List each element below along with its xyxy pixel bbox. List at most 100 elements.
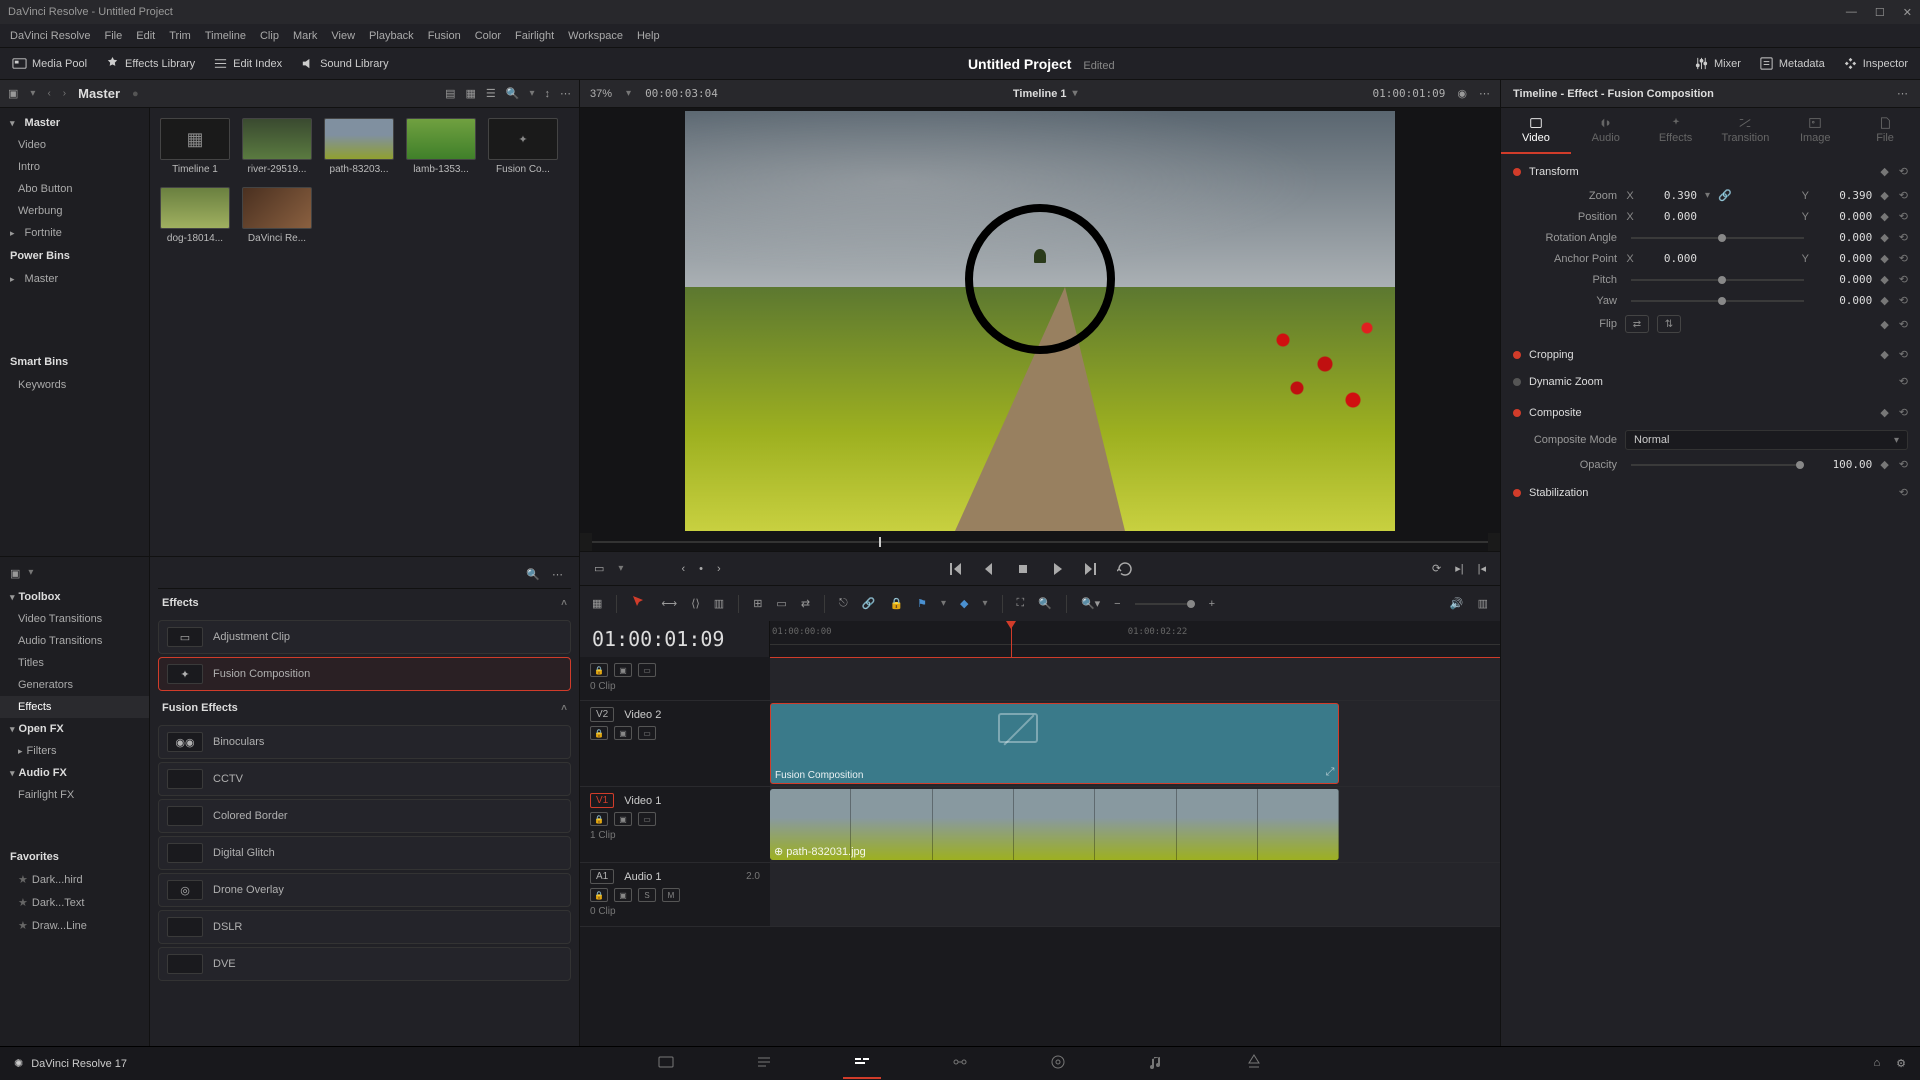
pos-y-field[interactable]: 0.000 <box>1818 210 1872 223</box>
mixer-toggle[interactable]: Mixer <box>1694 56 1741 71</box>
tab-audio[interactable]: Audio <box>1571 108 1641 154</box>
keyframe-icon[interactable]: ◆ <box>1880 294 1888 307</box>
collapse-icon[interactable]: ˄ <box>561 703 567 714</box>
sidebar-item-keywords[interactable]: Keywords <box>0 374 149 396</box>
trim-tool[interactable]: ⟷ <box>661 597 677 610</box>
keyframe-icon[interactable]: ◆ <box>1880 165 1888 178</box>
menu-playback[interactable]: Playback <box>369 30 414 42</box>
menu-help[interactable]: Help <box>637 30 660 42</box>
lock-toggle[interactable]: 🔒 <box>889 597 903 610</box>
dynamic-trim-tool[interactable]: ⟨⟩ <box>691 597 700 610</box>
reset-icon[interactable]: ⟲ <box>1899 406 1908 419</box>
auto-select-icon[interactable]: ▣ <box>614 726 632 740</box>
settings-icon[interactable]: ⚙ <box>1896 1057 1906 1070</box>
go-end-icon[interactable]: ▸| <box>1455 562 1463 575</box>
inspector-toggle[interactable]: Inspector <box>1843 56 1908 71</box>
menu-clip[interactable]: Clip <box>260 30 279 42</box>
effect-dslr[interactable]: DSLR <box>158 910 571 944</box>
zoom-slider-icon[interactable]: 🔍 <box>1038 597 1052 610</box>
pool-menu-icon[interactable]: ⋯ <box>560 87 571 100</box>
lock-icon[interactable]: 🔒 <box>590 888 608 902</box>
page-media[interactable] <box>647 1049 685 1078</box>
effect-digital-glitch[interactable]: Digital Glitch <box>158 836 571 870</box>
section-dynamiczoom[interactable]: Dynamic Zoom⟲ <box>1501 368 1920 395</box>
edit-index-toggle[interactable]: Edit Index <box>213 56 282 71</box>
cat-audiofx[interactable]: Audio FX <box>0 762 149 784</box>
search-icon[interactable]: 🔍 <box>506 87 520 100</box>
keyframe-icon[interactable]: ◆ <box>1880 252 1888 265</box>
menu-davinci[interactable]: DaVinci Resolve <box>10 30 91 42</box>
keyframe-icon[interactable]: ◆ <box>1880 406 1888 419</box>
track-v2-name[interactable]: Video 2 <box>624 709 661 721</box>
keyframe-icon[interactable]: ◆ <box>1880 458 1888 471</box>
home-icon[interactable]: ⌂ <box>1873 1057 1880 1070</box>
media-pool-toggle[interactable]: Media Pool <box>12 56 87 71</box>
zoom-menu-icon[interactable]: 🔍▾ <box>1081 597 1100 610</box>
go-start-icon[interactable]: |◂ <box>1478 562 1486 575</box>
view-thumb-icon[interactable]: ▦ <box>465 87 475 100</box>
menu-mark[interactable]: Mark <box>293 30 317 42</box>
fav-item-2[interactable]: ★Dark...Text <box>0 891 149 914</box>
cat-video-transitions[interactable]: Video Transitions <box>0 608 149 630</box>
page-fairlight[interactable] <box>1137 1049 1175 1078</box>
sidebar-item-werbung[interactable]: Werbung <box>0 200 149 222</box>
blade-tool[interactable]: ▥ <box>714 597 724 610</box>
viewer-menu-icon[interactable]: ⋯ <box>1479 87 1490 100</box>
opacity-field[interactable]: 100.00 <box>1818 458 1872 471</box>
sidebar-item-master[interactable]: Master <box>0 112 149 134</box>
reset-icon[interactable]: ⟲ <box>1899 189 1908 202</box>
reset-icon[interactable]: ⟲ <box>1899 486 1908 499</box>
tab-file[interactable]: File <box>1850 108 1920 154</box>
rotation-slider[interactable] <box>1631 237 1804 239</box>
disable-icon[interactable]: ▭ <box>638 726 656 740</box>
overwrite-tool[interactable]: ▭ <box>776 597 786 610</box>
clip-timeline1[interactable]: Timeline 1 <box>160 118 230 175</box>
enable-dot-icon[interactable] <box>1513 489 1521 497</box>
clip-dog[interactable]: dog-18014... <box>160 187 230 244</box>
clip-fusion[interactable]: ✦Fusion Co... <box>488 118 558 175</box>
track-v1-body[interactable]: ⊕ path-832031.jpg <box>770 787 1500 862</box>
reset-icon[interactable]: ⟲ <box>1899 375 1908 388</box>
tab-transition[interactable]: Transition <box>1710 108 1780 154</box>
link-icon[interactable]: 🔗 <box>1718 189 1732 202</box>
cat-titles[interactable]: Titles <box>0 652 149 674</box>
sidebar-item-master2[interactable]: Master <box>0 268 149 290</box>
reset-icon[interactable]: ⟲ <box>1899 348 1908 361</box>
track-v3-body[interactable] <box>770 657 1500 700</box>
pos-x-field[interactable]: 0.000 <box>1643 210 1697 223</box>
menu-file[interactable]: File <box>105 30 123 42</box>
match-frame-icon[interactable]: ⟳ <box>1432 562 1441 575</box>
sound-library-toggle[interactable]: Sound Library <box>300 56 389 71</box>
effect-colored-border[interactable]: Colored Border <box>158 799 571 833</box>
menu-fairlight[interactable]: Fairlight <box>515 30 554 42</box>
stop-button[interactable] <box>1015 561 1031 577</box>
menu-color[interactable]: Color <box>475 30 501 42</box>
collapse-icon[interactable]: ˄ <box>561 598 567 609</box>
sidebar-item-abo[interactable]: Abo Button <box>0 178 149 200</box>
effects-library-toggle[interactable]: Effects Library <box>105 56 195 71</box>
pitch-slider[interactable] <box>1631 279 1804 281</box>
clip-expand-icon[interactable]: ⤢ <box>1326 766 1335 779</box>
section-cropping[interactable]: Cropping◆⟲ <box>1501 341 1920 368</box>
keyframe-icon[interactable]: ◆ <box>1880 210 1888 223</box>
cat-favorites[interactable]: Favorites <box>0 846 149 868</box>
zoom-x-field[interactable]: 0.390 <box>1643 189 1697 202</box>
track-v1-name[interactable]: Video 1 <box>624 795 661 807</box>
flip-v-button[interactable]: ⇅ <box>1657 315 1681 333</box>
marker-dot-icon[interactable]: • <box>699 563 703 575</box>
menu-workspace[interactable]: Workspace <box>568 30 623 42</box>
enable-dot-icon[interactable] <box>1513 378 1521 386</box>
page-cut[interactable] <box>745 1049 783 1078</box>
audio-monitor-icon[interactable]: 🔊 <box>1450 597 1464 610</box>
viewer[interactable] <box>580 108 1500 533</box>
page-deliver[interactable] <box>1235 1049 1273 1078</box>
anchor-y-field[interactable]: 0.000 <box>1818 252 1872 265</box>
effect-drone-overlay[interactable]: ◎Drone Overlay <box>158 873 571 907</box>
reset-icon[interactable]: ⟲ <box>1899 252 1908 265</box>
keyframe-icon[interactable]: ◆ <box>1880 189 1888 202</box>
mute-icon[interactable]: M <box>662 888 680 902</box>
tab-video[interactable]: Video <box>1501 108 1571 154</box>
flip-h-button[interactable]: ⇄ <box>1625 315 1649 333</box>
anchor-x-field[interactable]: 0.000 <box>1643 252 1697 265</box>
zoom-y-field[interactable]: 0.390 <box>1818 189 1872 202</box>
